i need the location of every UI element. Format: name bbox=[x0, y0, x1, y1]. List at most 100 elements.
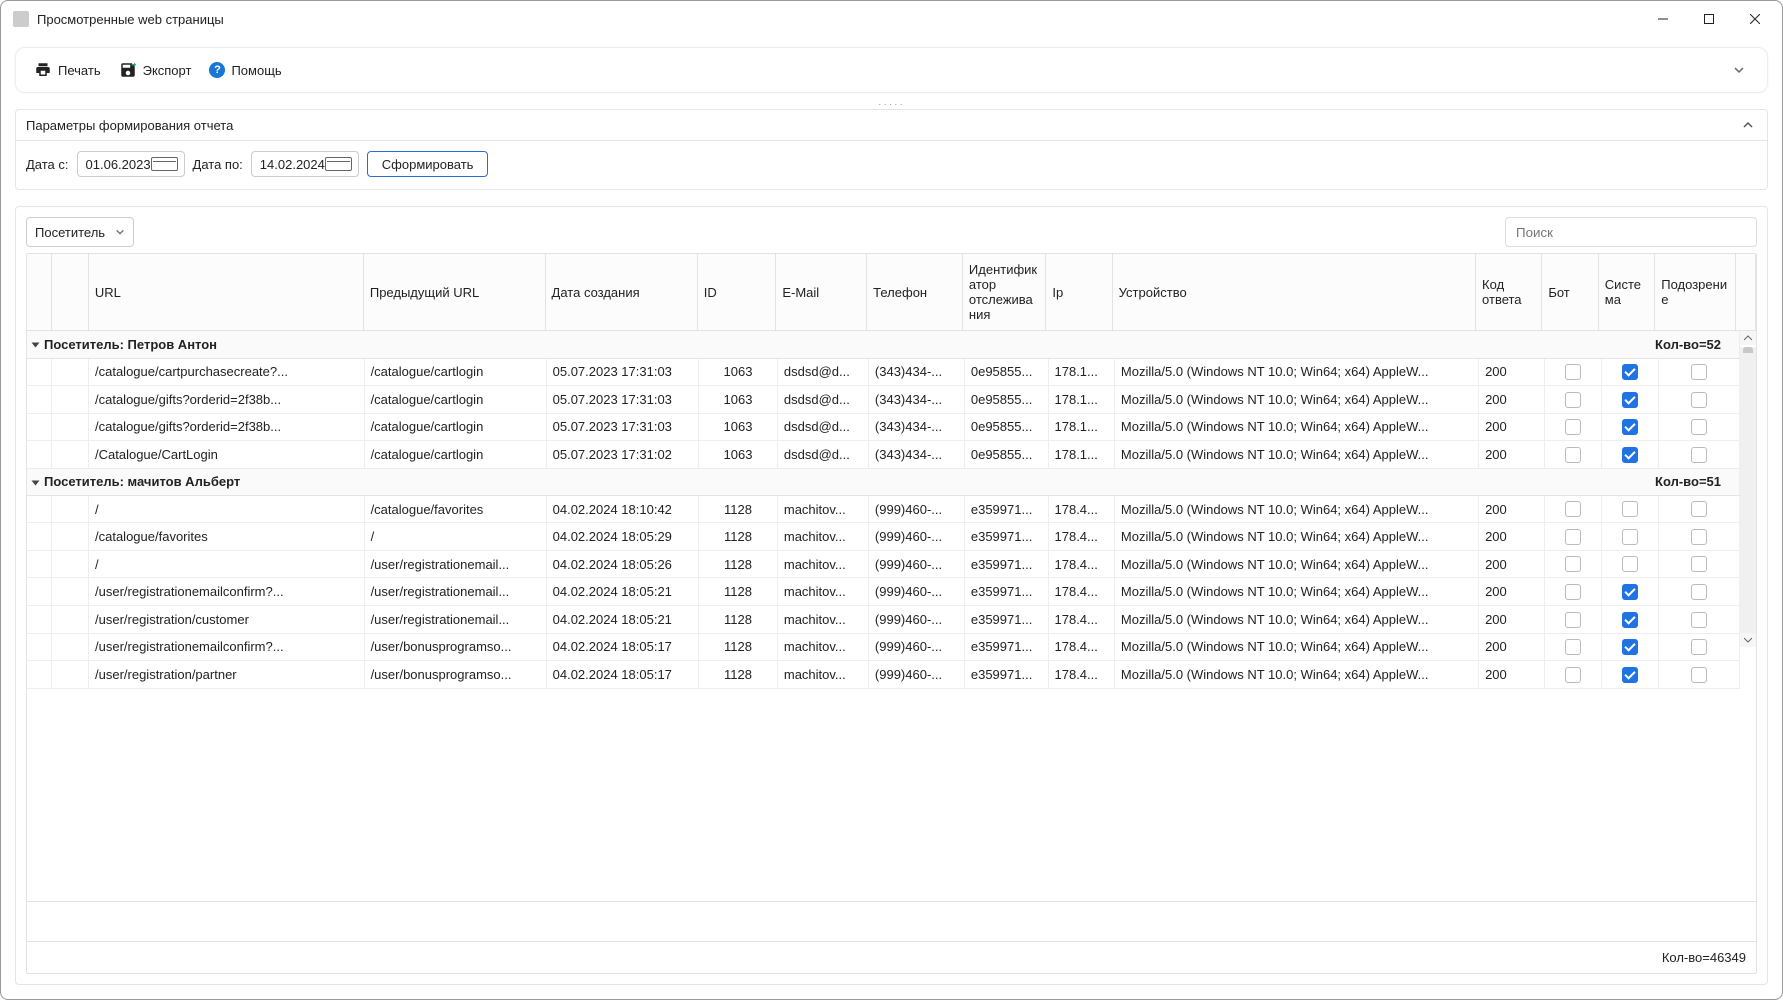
splitter[interactable]: ····· bbox=[15, 99, 1768, 109]
checkbox-system[interactable] bbox=[1622, 419, 1638, 435]
table-row[interactable]: /catalogue/gifts?orderid=2f38b.../catalo… bbox=[27, 413, 1740, 441]
cell-ip: 178.4... bbox=[1048, 578, 1114, 606]
checkbox-system[interactable] bbox=[1622, 612, 1638, 628]
date-to-input[interactable]: 14.02.2024 bbox=[251, 151, 359, 177]
checkbox-suspicion[interactable] bbox=[1691, 639, 1707, 655]
checkbox-bot[interactable] bbox=[1565, 612, 1581, 628]
checkbox-suspicion[interactable] bbox=[1691, 392, 1707, 408]
collapse-icon[interactable] bbox=[32, 480, 40, 485]
group-by-select[interactable]: Посетитель bbox=[26, 217, 134, 247]
checkbox-system[interactable] bbox=[1622, 556, 1638, 572]
cell-date: 04.02.2024 18:05:29 bbox=[546, 523, 699, 551]
cell-phone: (999)460-... bbox=[868, 523, 964, 551]
header-code[interactable]: Код ответа bbox=[1476, 254, 1542, 331]
table-row[interactable]: /user/registrationemailconfirm?.../user/… bbox=[27, 633, 1740, 661]
checkbox-system[interactable] bbox=[1622, 667, 1638, 683]
cell-prev-url: /user/registrationemail... bbox=[364, 550, 546, 578]
cell-phone: (999)460-... bbox=[868, 633, 964, 661]
table-row[interactable]: /catalogue/gifts?orderid=2f38b.../catalo… bbox=[27, 386, 1740, 414]
cell-tracking: e359971... bbox=[964, 661, 1048, 689]
table-row[interactable]: /user/registration/partner/user/bonuspro… bbox=[27, 661, 1740, 689]
table-row[interactable]: /catalogue/cartpurchasecreate?.../catalo… bbox=[27, 358, 1740, 386]
search-input[interactable] bbox=[1505, 217, 1757, 247]
checkbox-suspicion[interactable] bbox=[1691, 556, 1707, 572]
checkbox-suspicion[interactable] bbox=[1691, 364, 1707, 380]
header-bot[interactable]: Бот bbox=[1542, 254, 1598, 331]
checkbox-bot[interactable] bbox=[1565, 392, 1581, 408]
cell-date: 04.02.2024 18:05:21 bbox=[546, 606, 699, 634]
scroll-up-icon[interactable] bbox=[1740, 331, 1756, 345]
checkbox-bot[interactable] bbox=[1565, 667, 1581, 683]
header-prev-url[interactable]: Предыдущий URL bbox=[363, 254, 545, 331]
table-row[interactable]: /user/registrationemailconfirm?.../user/… bbox=[27, 578, 1740, 606]
checkbox-suspicion[interactable] bbox=[1691, 584, 1707, 600]
table-row[interactable]: /Catalogue/CartLogin/catalogue/cartlogin… bbox=[27, 441, 1740, 469]
checkbox-suspicion[interactable] bbox=[1691, 501, 1707, 517]
header-suspicion[interactable]: Подозрение bbox=[1655, 254, 1736, 331]
main-toolbar: Печать Экспорт ? Помощь bbox=[15, 47, 1768, 93]
checkbox-bot[interactable] bbox=[1565, 447, 1581, 463]
checkbox-system[interactable] bbox=[1622, 501, 1638, 517]
header-tracking[interactable]: Идентификатор отслеживания bbox=[962, 254, 1045, 331]
help-button[interactable]: ? Помощь bbox=[209, 62, 281, 78]
checkbox-bot[interactable] bbox=[1565, 419, 1581, 435]
header-device[interactable]: Устройство bbox=[1112, 254, 1475, 331]
cell-ip: 178.4... bbox=[1048, 633, 1114, 661]
checkbox-bot[interactable] bbox=[1565, 584, 1581, 600]
checkbox-bot[interactable] bbox=[1565, 639, 1581, 655]
date-from-input[interactable]: 01.06.2023 bbox=[77, 151, 185, 177]
cell-tracking: e359971... bbox=[964, 523, 1048, 551]
header-phone[interactable]: Телефон bbox=[867, 254, 963, 331]
vertical-scrollbar[interactable] bbox=[1740, 331, 1756, 901]
toolbar-collapse-button[interactable] bbox=[1729, 60, 1749, 80]
cell-tracking: e359971... bbox=[964, 578, 1048, 606]
cell-url: /user/registration/partner bbox=[89, 661, 365, 689]
cell-id: 1063 bbox=[699, 413, 778, 441]
header-system[interactable]: Система bbox=[1598, 254, 1654, 331]
cell-id: 1128 bbox=[699, 495, 778, 523]
scroll-down-icon[interactable] bbox=[1740, 633, 1756, 647]
checkbox-system[interactable] bbox=[1622, 584, 1638, 600]
table-row[interactable]: //catalogue/favorites04.02.2024 18:10:42… bbox=[27, 495, 1740, 523]
checkbox-bot[interactable] bbox=[1565, 556, 1581, 572]
group-row[interactable]: Посетитель: Петров АнтонКол-во=52 bbox=[27, 331, 1740, 358]
checkbox-bot[interactable] bbox=[1565, 529, 1581, 545]
minimize-button[interactable] bbox=[1640, 3, 1686, 35]
checkbox-system[interactable] bbox=[1622, 639, 1638, 655]
checkbox-system[interactable] bbox=[1622, 364, 1638, 380]
checkbox-suspicion[interactable] bbox=[1691, 529, 1707, 545]
export-button[interactable]: Экспорт bbox=[119, 61, 192, 79]
cell-prev-url: /catalogue/cartlogin bbox=[364, 413, 546, 441]
table-row[interactable]: /user/registration/customer/user/registr… bbox=[27, 606, 1740, 634]
header-created[interactable]: Дата создания bbox=[545, 254, 697, 331]
close-button[interactable] bbox=[1732, 3, 1778, 35]
chevron-down-icon bbox=[1733, 64, 1745, 76]
checkbox-system[interactable] bbox=[1622, 447, 1638, 463]
calendar-icon[interactable] bbox=[151, 157, 178, 171]
table-row[interactable]: /catalogue/favorites/04.02.2024 18:05:29… bbox=[27, 523, 1740, 551]
header-email[interactable]: E-Mail bbox=[776, 254, 867, 331]
checkbox-system[interactable] bbox=[1622, 529, 1638, 545]
checkbox-system[interactable] bbox=[1622, 392, 1638, 408]
collapse-icon[interactable] bbox=[32, 343, 40, 348]
cell-prev-url: /catalogue/cartlogin bbox=[364, 386, 546, 414]
header-id[interactable]: ID bbox=[697, 254, 776, 331]
checkbox-bot[interactable] bbox=[1565, 501, 1581, 517]
header-url[interactable]: URL bbox=[88, 254, 363, 331]
table-row[interactable]: //user/registrationemail...04.02.2024 18… bbox=[27, 550, 1740, 578]
header-ip[interactable]: Ip bbox=[1046, 254, 1112, 331]
generate-button[interactable]: Сформировать bbox=[367, 151, 489, 177]
checkbox-bot[interactable] bbox=[1565, 364, 1581, 380]
group-count: Кол-во=51 bbox=[1655, 474, 1733, 489]
checkbox-suspicion[interactable] bbox=[1691, 612, 1707, 628]
calendar-icon[interactable] bbox=[325, 157, 352, 171]
group-by-value: Посетитель bbox=[35, 225, 105, 240]
checkbox-suspicion[interactable] bbox=[1691, 667, 1707, 683]
maximize-button[interactable] bbox=[1686, 3, 1732, 35]
params-collapse-button[interactable] bbox=[1739, 116, 1757, 134]
group-row[interactable]: Посетитель: мачитов АльбертКол-во=51 bbox=[27, 468, 1740, 495]
print-button[interactable]: Печать bbox=[34, 61, 101, 79]
checkbox-suspicion[interactable] bbox=[1691, 419, 1707, 435]
cell-id: 1128 bbox=[699, 550, 778, 578]
checkbox-suspicion[interactable] bbox=[1691, 447, 1707, 463]
